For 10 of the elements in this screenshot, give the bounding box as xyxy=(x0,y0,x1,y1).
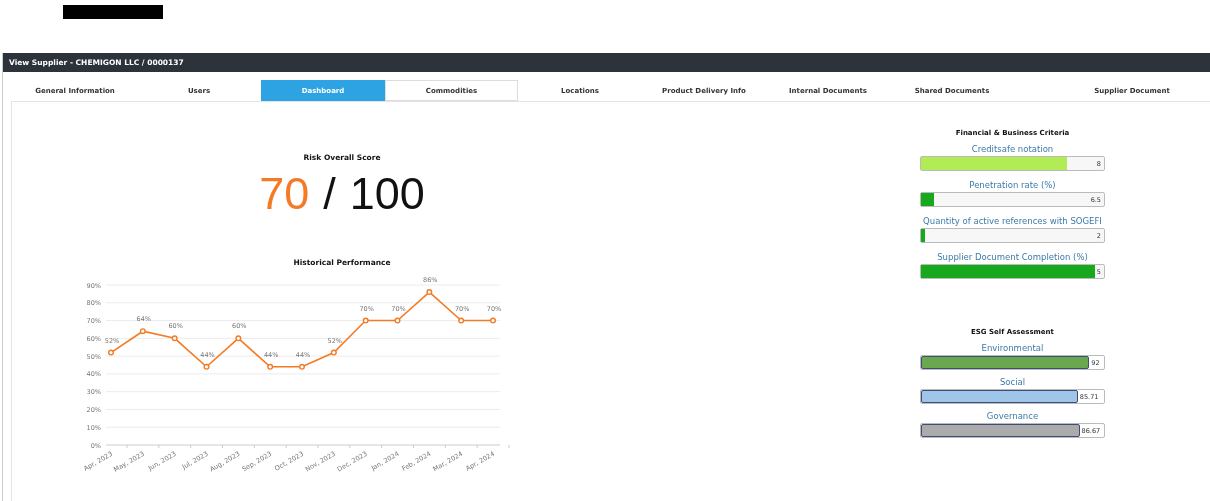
score-separator: / xyxy=(323,171,336,216)
metric-label: Creditsafe notation xyxy=(970,144,1055,154)
metric-label: Quantity of active references with SOGEFI xyxy=(922,216,1103,226)
metric-label: Penetration rate (%) xyxy=(968,180,1057,190)
score-max: 100 xyxy=(349,171,425,216)
metric-label: Environmental xyxy=(980,343,1045,353)
metric-label: Social xyxy=(998,377,1027,387)
risk-score: 70 xyxy=(259,171,310,216)
metric-label: Supplier Document Completion (%) xyxy=(936,252,1089,262)
metric-label: Governance xyxy=(985,411,1040,421)
